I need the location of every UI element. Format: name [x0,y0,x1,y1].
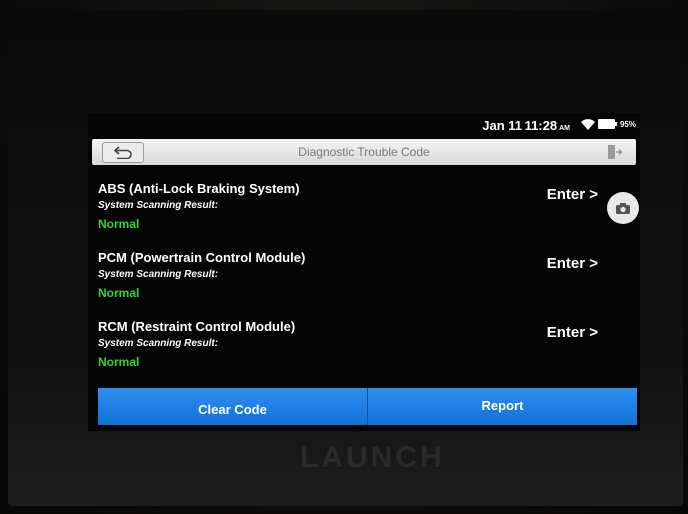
battery-percent: 95% [619,120,636,129]
scan-result-label: System Scanning Result: [98,338,219,349]
status-badge: Normal [98,217,140,231]
device-screen: Jan 11 11:28 AM 95% Diagnostic Trouble Co… [88,113,640,431]
status-bar: Jan 11 11:28 AM 95% [88,113,640,137]
report-button[interactable]: Report [368,388,637,425]
status-ampm: AM [559,125,570,132]
system-name: PCM (Powertrain Control Module) [98,250,306,265]
system-list: ABS (Anti-Lock Braking System) System Sc… [88,169,640,376]
status-badge: Normal [98,286,140,300]
system-name: RCM (Restraint Control Module) [98,319,296,334]
enter-button[interactable]: Enter > [547,186,598,203]
status-badge: Normal [98,355,140,369]
screenshot-button[interactable] [607,192,639,224]
scan-result-label: System Scanning Result: [98,269,219,280]
status-time: 11:28 AM [525,118,570,133]
enter-button[interactable]: Enter > [547,324,598,341]
camera-icon [616,202,630,214]
page-title: Diagnostic Trouble Code [298,145,430,159]
title-bar: Diagnostic Trouble Code [92,139,636,165]
exit-icon [608,144,622,159]
scan-result-label: System Scanning Result: [98,200,219,211]
action-bar: Clear Code Report [98,388,637,425]
system-name: ABS (Anti-Lock Braking System) [98,181,300,196]
system-item-rcm[interactable]: RCM (Restraint Control Module) System Sc… [88,307,640,376]
enter-button[interactable]: Enter > [547,255,598,272]
clear-code-button[interactable]: Clear Code [98,388,367,425]
wifi-icon [581,119,595,130]
status-time-value: 11:28 [524,118,558,133]
status-date: Jan 11 [482,118,522,133]
exit-button[interactable] [600,142,628,161]
system-item-abs[interactable]: ABS (Anti-Lock Braking System) System Sc… [88,169,640,238]
battery-icon [598,119,617,129]
device-brand-logo: LAUNCH [300,441,445,474]
system-item-pcm[interactable]: PCM (Powertrain Control Module) System S… [88,238,640,307]
